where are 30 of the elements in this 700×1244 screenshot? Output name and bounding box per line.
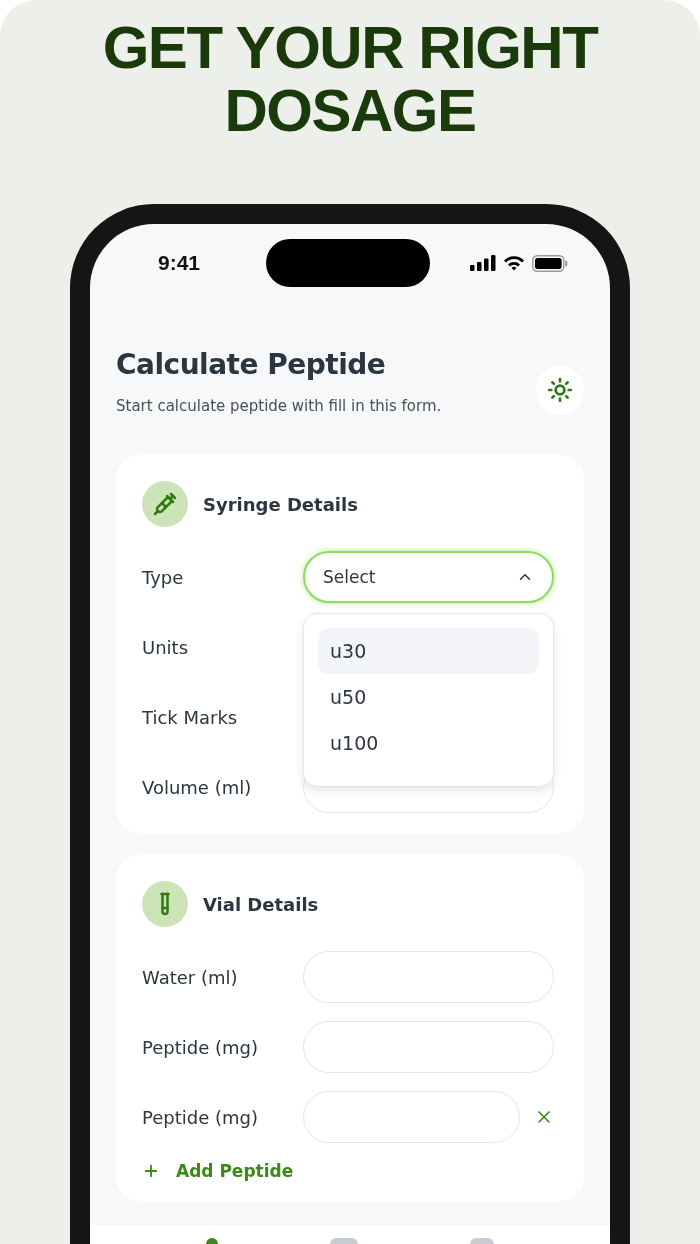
headline: DOSAGE	[224, 79, 476, 142]
section-title: Vial Details	[203, 893, 319, 915]
field-label: Type	[142, 566, 185, 588]
tab-icon[interactable]	[206, 1238, 218, 1244]
field-label: Tick Marks	[142, 706, 239, 728]
status-time: 9:41	[158, 251, 201, 275]
dropdown-option[interactable]: u100	[318, 720, 539, 766]
field-label: Water (ml)	[142, 966, 239, 988]
add-peptide-button[interactable]: Add Peptide	[142, 1161, 294, 1181]
sun-icon	[547, 377, 573, 403]
field-label: Peptide (mg)	[142, 1106, 259, 1128]
page-subtitle: Start calculate peptide with fill in this form.	[116, 397, 442, 415]
section-title: Syringe Details	[203, 493, 358, 515]
dropdown-option[interactable]: u50	[318, 674, 539, 720]
theme-toggle-button[interactable]	[536, 366, 584, 414]
signal-icon	[470, 255, 496, 271]
input-field[interactable]	[303, 951, 554, 1003]
plus-icon	[142, 1162, 160, 1180]
wifi-icon	[503, 255, 525, 271]
page-title: Calculate Peptide	[116, 348, 387, 381]
syringe-icon	[153, 492, 177, 516]
headline: GET YOUR RIGHT	[102, 16, 598, 79]
field-label: Peptide (mg)	[142, 1036, 259, 1058]
battery-icon	[532, 254, 568, 272]
type-select[interactable]: Select	[303, 551, 554, 603]
input-field[interactable]	[303, 1091, 520, 1143]
dropdown-option[interactable]: u30	[318, 628, 539, 674]
input-field[interactable]	[303, 1021, 554, 1073]
field-label: Volume (ml)	[142, 776, 253, 798]
field-label: Units	[142, 636, 190, 658]
